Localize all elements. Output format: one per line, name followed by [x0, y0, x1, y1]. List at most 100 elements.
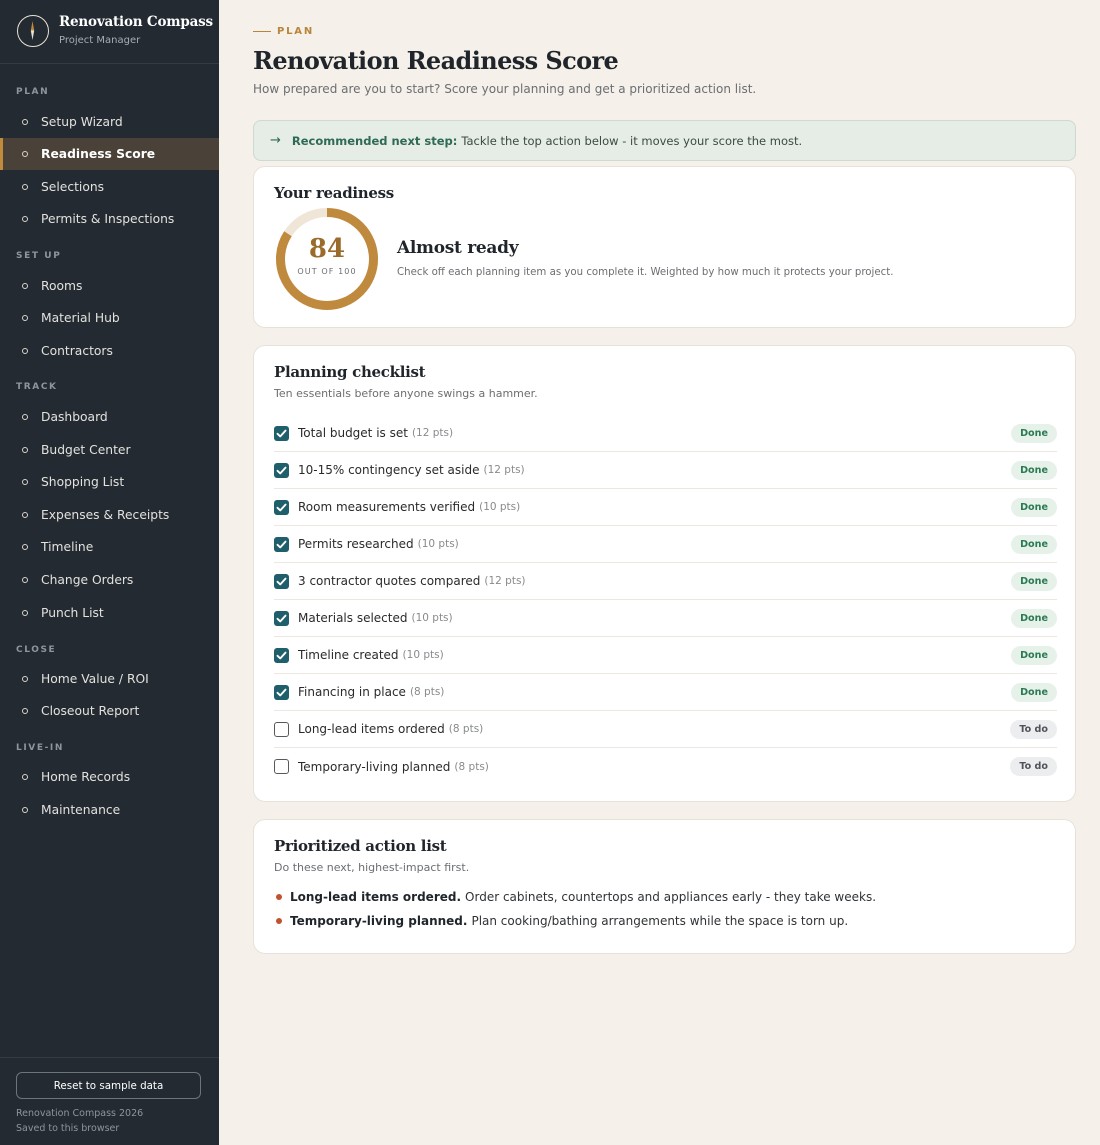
sidebar-item-selections[interactable]: Selections: [0, 171, 219, 203]
checkbox[interactable]: [274, 573, 289, 589]
checklist-row[interactable]: Permits researched (10 pts) Done: [274, 526, 1057, 563]
sidebar-item-maintenance[interactable]: Maintenance: [0, 794, 219, 826]
page-subtitle: How prepared are you to start? Score you…: [253, 82, 757, 96]
sidebar-item-budget-center[interactable]: Budget Center: [0, 434, 219, 466]
reset-sample-data-button[interactable]: Reset to sample data: [16, 1072, 201, 1099]
checklist-row[interactable]: Materials selected (10 pts) Done: [274, 600, 1057, 637]
checklist-item-label: Long-lead items ordered: [298, 722, 445, 736]
checkbox[interactable]: [274, 684, 289, 700]
checklist-row[interactable]: 10-15% contingency set aside (12 pts) Do…: [274, 452, 1057, 489]
checkbox[interactable]: [274, 759, 289, 774]
checkmark-icon: [276, 503, 287, 511]
action-item-title: Long-lead items ordered.: [290, 890, 462, 904]
sidebar-item-home-value-roi[interactable]: Home Value / ROI: [0, 663, 219, 695]
sidebar-item-label: Home Records: [41, 770, 131, 784]
checkmark-icon: [276, 466, 287, 474]
checkbox[interactable]: [274, 499, 289, 515]
sidebar-item-expenses-receipts[interactable]: Expenses & Receipts: [0, 499, 219, 531]
checklist-row[interactable]: Long-lead items ordered (8 pts) To do: [274, 711, 1057, 748]
readiness-description: Check off each planning item as you comp…: [397, 267, 894, 278]
sidebar-item-shopping-list[interactable]: Shopping List: [0, 466, 219, 498]
action-item-text: Plan cooking/bathing arrangements while …: [471, 914, 849, 928]
sidebar-item-change-orders[interactable]: Change Orders: [0, 564, 219, 596]
checklist-item-points: (10 pts): [402, 649, 444, 661]
readiness-card: Your readiness 84 OUT OF 100 Almost read…: [253, 166, 1076, 328]
checkbox[interactable]: [274, 425, 289, 441]
checkbox[interactable]: [274, 647, 289, 663]
sidebar-item-timeline[interactable]: Timeline: [0, 531, 219, 563]
checkbox[interactable]: [274, 536, 289, 552]
checkbox[interactable]: [274, 462, 289, 478]
checklist-item-points: (12 pts): [484, 575, 526, 587]
checklist-item-label: Timeline created: [298, 648, 399, 662]
action-list-card: Prioritized action list Do these next, h…: [253, 819, 1076, 954]
nav-dot-icon: [22, 512, 28, 518]
checklist-row[interactable]: Room measurements verified (10 pts) Done: [274, 489, 1057, 526]
readiness-score-caption: OUT OF 100: [297, 267, 357, 276]
sidebar-item-material-hub[interactable]: Material Hub: [0, 302, 219, 334]
footer-save-status: Saved to this browser: [16, 1123, 120, 1134]
sidebar-item-contractors[interactable]: Contractors: [0, 335, 219, 367]
checklist-row[interactable]: Timeline created (10 pts) Done: [274, 637, 1057, 674]
checklist-item-label: 10-15% contingency set aside: [298, 463, 480, 477]
sidebar-item-label: Maintenance: [41, 803, 121, 817]
sidebar-item-dashboard[interactable]: Dashboard: [0, 401, 219, 433]
page-eyebrow: PLAN: [253, 26, 314, 37]
sidebar-item-home-records[interactable]: Home Records: [0, 761, 219, 793]
sidebar-item-setup-wizard[interactable]: Setup Wizard: [0, 106, 219, 138]
page-title: Renovation Readiness Score: [253, 46, 619, 75]
status-badge: Done: [1011, 497, 1057, 517]
sidebar-item-label: Readiness Score: [41, 147, 156, 161]
status-badge: Done: [1011, 534, 1057, 554]
sidebar-item-label: Punch List: [41, 606, 104, 620]
action-item-text: Order cabinets, countertops and applianc…: [465, 890, 877, 904]
recommendation-banner: → Recommended next step: Tackle the top …: [253, 120, 1076, 161]
checklist-row[interactable]: Total budget is set (12 pts) Done: [274, 415, 1057, 452]
sidebar-item-label: Setup Wizard: [41, 115, 123, 129]
sidebar-item-label: Change Orders: [41, 573, 134, 587]
status-badge: Done: [1011, 645, 1057, 665]
checklist-item-label: Permits researched: [298, 537, 414, 551]
nav-dot-icon: [22, 348, 28, 354]
sidebar-item-rooms[interactable]: Rooms: [0, 270, 219, 302]
bullet-icon: [276, 894, 282, 900]
sidebar-item-label: Budget Center: [41, 443, 131, 457]
brand: Renovation Compass Project Manager: [0, 0, 219, 64]
brand-title: Renovation Compass: [59, 14, 213, 30]
planning-checklist-card: Planning checklist Ten essentials before…: [253, 345, 1076, 802]
nav-dot-icon: [22, 676, 28, 682]
nav-dot-icon: [22, 479, 28, 485]
checkmark-icon: [276, 540, 287, 548]
checklist-item-label: Financing in place: [298, 685, 406, 699]
nav-dot-icon: [22, 447, 28, 453]
checkmark-icon: [276, 651, 287, 659]
checklist-item-points: (12 pts): [483, 464, 525, 476]
nav-section-close: CLOSE: [16, 645, 57, 655]
nav-dot-icon: [22, 216, 28, 222]
checklist-row[interactable]: Temporary-living planned (8 pts) To do: [274, 748, 1057, 785]
nav-dot-icon: [22, 184, 28, 190]
checklist-subtitle: Ten essentials before anyone swings a ha…: [274, 387, 538, 400]
status-badge: Done: [1011, 571, 1057, 591]
checkbox[interactable]: [274, 610, 289, 626]
sidebar-item-punch-list[interactable]: Punch List: [0, 597, 219, 629]
nav-dot-icon: [22, 577, 28, 583]
checklist-item-label: Room measurements verified: [298, 500, 476, 514]
nav-dot-icon: [22, 315, 28, 321]
status-badge: To do: [1010, 757, 1057, 776]
nav-dot-icon: [22, 708, 28, 714]
sidebar-item-readiness-score[interactable]: Readiness Score: [0, 138, 219, 170]
checklist-row[interactable]: Financing in place (8 pts) Done: [274, 674, 1057, 711]
sidebar-item-permits-inspections[interactable]: Permits & Inspections: [0, 203, 219, 235]
action-list-title: Prioritized action list: [274, 837, 447, 855]
nav-section-plan: PLAN: [16, 87, 50, 97]
sidebar-item-label: Selections: [41, 180, 105, 194]
recommendation-label: Recommended next step:: [291, 133, 458, 148]
status-badge: Done: [1011, 423, 1057, 443]
checkbox[interactable]: [274, 721, 289, 737]
checklist-row[interactable]: 3 contractor quotes compared (12 pts) Do…: [274, 563, 1057, 600]
checkmark-icon: [276, 688, 287, 696]
checklist-item-points: (8 pts): [454, 760, 489, 773]
sidebar-item-closeout-report[interactable]: Closeout Report: [0, 695, 219, 727]
checklist-item-label: Temporary-living planned: [298, 759, 451, 774]
